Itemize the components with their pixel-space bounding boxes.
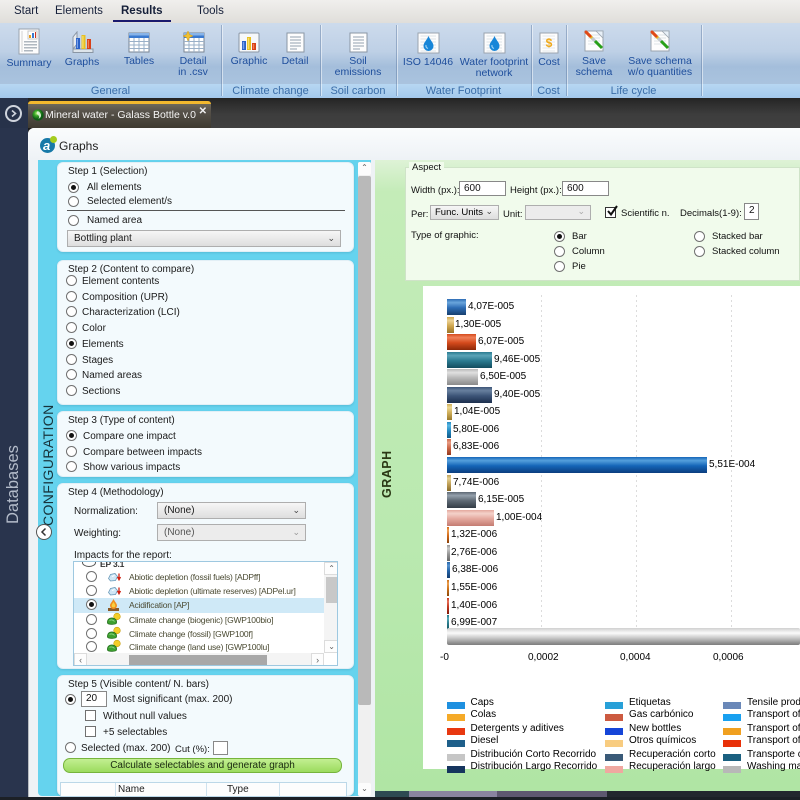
svg-text:$: $ <box>546 36 553 50</box>
